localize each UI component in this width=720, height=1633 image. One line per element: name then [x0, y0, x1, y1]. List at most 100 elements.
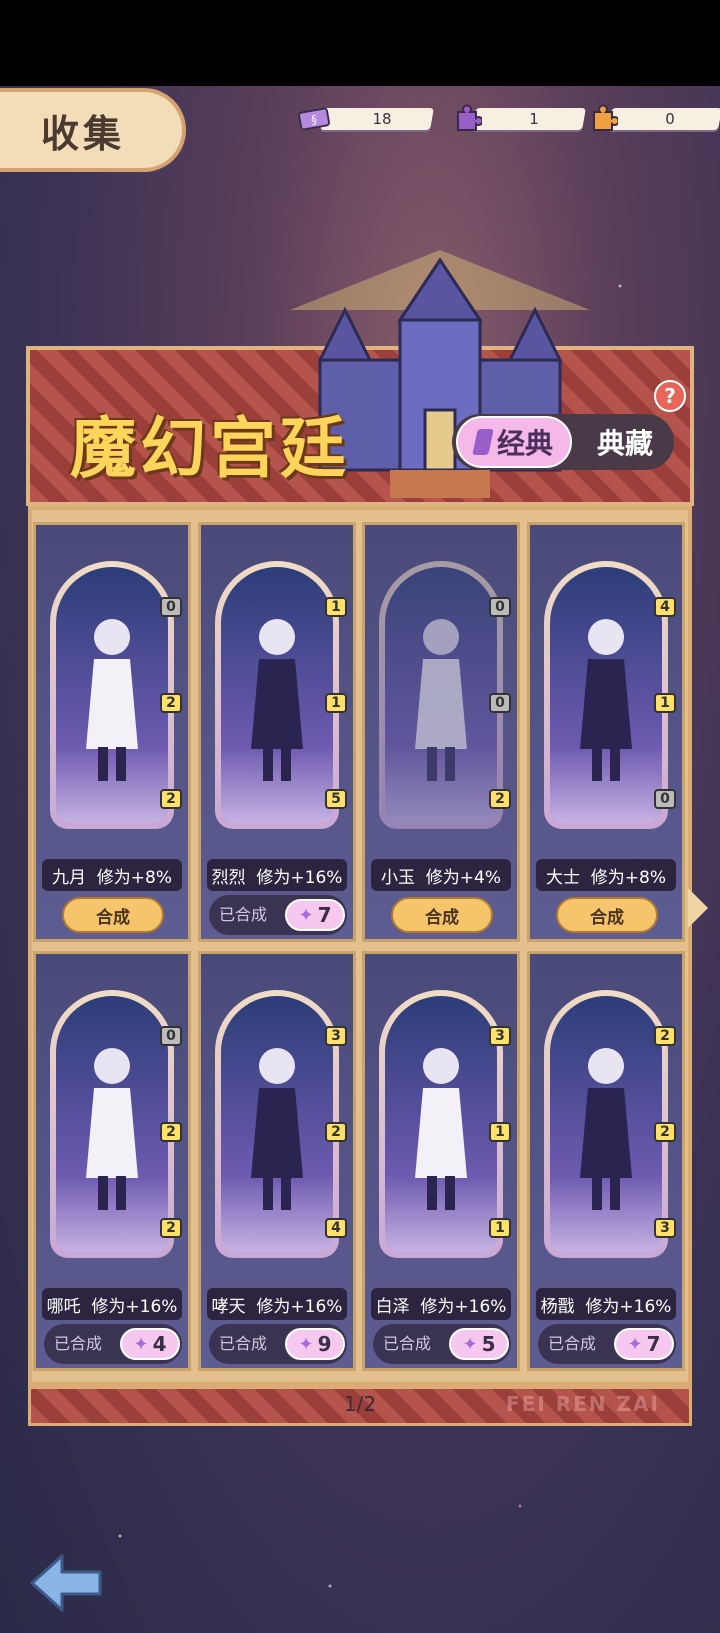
fragment-count-badge: 1: [325, 597, 347, 617]
book-icon: [472, 429, 494, 455]
card-bonus: 修为+16%: [585, 1296, 672, 1317]
card-bonus: 修为+16%: [91, 1296, 178, 1317]
card-nameplate: 白泽 修为+16%: [371, 1288, 511, 1320]
watermark: FEI REN ZAI: [506, 1392, 660, 1416]
back-button[interactable]: [28, 1552, 104, 1614]
character-figure-icon: [251, 619, 303, 781]
card-bonus: 修为+8%: [96, 867, 173, 888]
orange-puzzle-value: 0: [665, 110, 675, 128]
fragment-count-badge: 1: [489, 1122, 511, 1142]
puzzle-piece-icon: ✦: [298, 1333, 314, 1355]
character-card[interactable]: 3 1 1 白泽 修为+16% 已合成 ✦ 5: [362, 951, 520, 1371]
synthesized-label: 已合成: [383, 1334, 432, 1353]
piece-count: 5: [481, 1332, 496, 1356]
portrait-frame: [215, 990, 339, 1258]
card-nameplate: 哮天 修为+16%: [207, 1288, 347, 1320]
character-figure-icon: [86, 619, 138, 781]
synthesize-button[interactable]: 合成: [62, 897, 164, 933]
fragment-count-badge: 4: [654, 597, 676, 617]
portrait: [221, 996, 333, 1252]
purple-puzzle-counter: 1: [450, 102, 586, 136]
fragment-count-badge: 0: [489, 693, 511, 713]
svg-text:§: §: [311, 113, 317, 127]
character-card[interactable]: 4 1 0 大士 修为+8% 合成: [527, 522, 685, 942]
portrait-frame: [215, 561, 339, 829]
purple-puzzle-icon: [450, 102, 484, 136]
character-card[interactable]: 0 2 2 九月 修为+8% 合成: [33, 522, 191, 942]
piece-count-pill: ✦ 7: [614, 1328, 674, 1360]
character-figure-icon: [251, 1048, 303, 1210]
card-nameplate: 杨戬 修为+16%: [536, 1288, 676, 1320]
collection-title-tab: 收集: [0, 88, 186, 172]
page-title: 收集: [40, 111, 125, 156]
ticket-value: 18: [372, 110, 392, 128]
fragment-count-badge: 2: [489, 789, 511, 809]
card-bonus: 修为+4%: [425, 867, 502, 888]
piece-count: 7: [317, 903, 332, 927]
puzzle-piece-icon: ✦: [298, 904, 314, 926]
character-figure-icon: [415, 619, 467, 781]
fragment-count-badge: 2: [160, 789, 182, 809]
synthesized-status: 已合成 ✦ 4: [44, 1324, 182, 1364]
help-button[interactable]: ?: [654, 380, 686, 412]
synthesized-status: 已合成 ✦ 7: [538, 1324, 676, 1364]
portrait: [56, 567, 168, 823]
card-bonus: 修为+8%: [590, 867, 667, 888]
tab-classic[interactable]: 经典: [456, 416, 572, 468]
piece-count-pill: ✦ 9: [285, 1328, 345, 1360]
puzzle-piece-icon: ✦: [627, 1333, 643, 1355]
portrait-frame: [50, 990, 174, 1258]
fragment-count-badge: 0: [654, 789, 676, 809]
portrait-frame: [544, 561, 668, 829]
card-name: 九月: [51, 867, 86, 888]
card-name: 哮天: [211, 1296, 246, 1317]
fragment-count-badge: 2: [325, 1122, 347, 1142]
fragment-count-badge: 1: [325, 693, 347, 713]
card-nameplate: 哪吒 修为+16%: [42, 1288, 182, 1320]
tab-classic-label: 经典: [496, 427, 553, 460]
page-indicator: 1/2: [343, 1392, 377, 1416]
card-name: 大士: [545, 867, 580, 888]
orange-puzzle-counter: 0: [586, 104, 720, 134]
portrait: [550, 567, 662, 823]
tab-collection[interactable]: 典藏: [580, 416, 670, 468]
card-name: 烈烈: [211, 867, 246, 888]
character-figure-icon: [580, 619, 632, 781]
character-figure-icon: [580, 1048, 632, 1210]
synthesized-status: 已合成 ✦ 5: [373, 1324, 511, 1364]
piece-count-pill: ✦ 7: [285, 899, 345, 931]
collection-series-title: 魔幻宫廷: [70, 410, 350, 487]
question-icon: ?: [664, 384, 676, 408]
fragment-count-badge: 0: [160, 597, 182, 617]
character-card[interactable]: 3 2 4 哮天 修为+16% 已合成 ✦ 9: [198, 951, 356, 1371]
character-card[interactable]: 2 2 3 杨戬 修为+16% 已合成 ✦ 7: [527, 951, 685, 1371]
piece-count-pill: ✦ 5: [449, 1328, 509, 1360]
portrait-frame: [379, 561, 503, 829]
fragment-count-badge: 5: [325, 789, 347, 809]
character-card[interactable]: 0 2 2 哪吒 修为+16% 已合成 ✦ 4: [33, 951, 191, 1371]
synthesize-button[interactable]: 合成: [556, 897, 658, 933]
character-card[interactable]: 0 0 2 小玉 修为+4% 合成: [362, 522, 520, 942]
portrait: [385, 996, 497, 1252]
puzzle-piece-icon: ✦: [462, 1333, 478, 1355]
portrait: [550, 996, 662, 1252]
piece-count-pill: ✦ 4: [120, 1328, 180, 1360]
card-nameplate: 大士 修为+8%: [536, 859, 676, 891]
portrait-frame: [379, 990, 503, 1258]
synthesize-button[interactable]: 合成: [391, 897, 493, 933]
character-card[interactable]: 1 1 5 烈烈 修为+16% 已合成 ✦ 7: [198, 522, 356, 942]
portrait: [221, 567, 333, 823]
portrait: [56, 996, 168, 1252]
purple-puzzle-value: 1: [529, 110, 539, 128]
back-arrow-icon: [30, 1554, 102, 1612]
card-bonus: 修为+16%: [256, 1296, 343, 1317]
fragment-count-badge: 0: [489, 597, 511, 617]
next-page-arrow[interactable]: [688, 888, 708, 928]
card-name: 小玉: [380, 867, 415, 888]
synthesized-label: 已合成: [54, 1334, 103, 1353]
synthesized-label: 已合成: [548, 1334, 597, 1353]
card-name: 杨戬: [540, 1296, 575, 1317]
ticket-counter: 18 §: [298, 104, 434, 134]
fragment-count-badge: 4: [325, 1218, 347, 1238]
portrait-frame: [544, 990, 668, 1258]
